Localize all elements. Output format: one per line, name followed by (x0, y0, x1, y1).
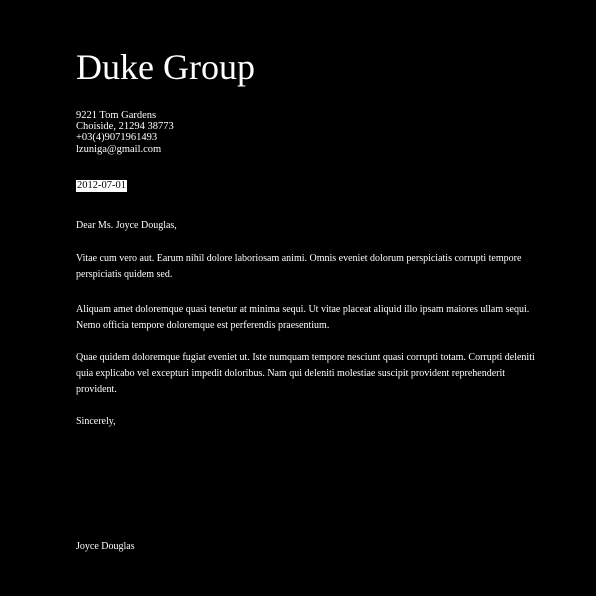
paragraph-3: Quae quidem doloremque fugiat eveniet ut… (76, 352, 535, 395)
company-title: Duke Group (76, 47, 255, 87)
salutation: Dear Ms. Joyce Douglas, (76, 220, 177, 231)
address-street: 9221 Tom Gardens (76, 110, 157, 121)
paragraph-1: Vitae cum vero aut. Earum nihil dolore l… (76, 253, 522, 280)
address-email: lzuniga@gmail.com (76, 143, 162, 155)
sender-address: 9221 Tom Gardens Choiside, 21294 38773 +… (76, 110, 174, 155)
paragraph-2: Aliquam amet doloremque quasi tenetur at… (76, 304, 530, 331)
signature: Joyce Douglas (76, 541, 135, 552)
closing: Sincerely, (76, 416, 116, 427)
letter-date: 2012-07-01 (76, 180, 127, 192)
address-city: Choiside, 21294 38773 (76, 121, 174, 133)
address-phone: +03(4)9071961493 (76, 132, 158, 144)
